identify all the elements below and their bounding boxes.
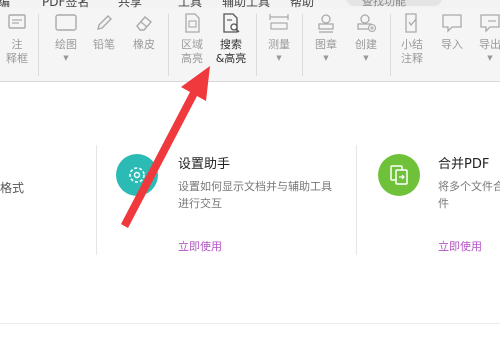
separator: [256, 14, 257, 76]
tool-label: 导出: [479, 38, 500, 51]
menu-item-tools[interactable]: 工具: [178, 0, 202, 8]
tool-label: 橡皮: [133, 38, 155, 51]
tool-label: 绘图: [55, 38, 77, 51]
menu-item-accessibility[interactable]: 辅助工具: [222, 0, 270, 8]
comment-box-tool[interactable]: 注 释框: [2, 12, 32, 78]
feature-cards-area: 格式 设置助手 设置如何显示文档并与辅助工具 进行交互 立即使用 合并PDF 将…: [0, 83, 500, 344]
dropdown-caret-icon: ▼: [323, 54, 329, 62]
tool-label: 创建: [355, 38, 377, 51]
card-desc-line1: 将多个文件合: [438, 180, 500, 193]
card-title: 设置助手: [178, 157, 231, 172]
tool-label: 注: [11, 38, 23, 51]
merge-pdf-icon: [378, 154, 420, 196]
area-highlight-tool[interactable]: 区域 高亮: [176, 12, 208, 78]
tool-label-2: 高亮: [181, 52, 203, 65]
pencil-icon: [97, 15, 112, 30]
ruler-icon: [269, 14, 289, 30]
import-comments-tool[interactable]: 导入: [436, 12, 468, 78]
search-highlight-icon: [223, 13, 240, 33]
menu-item-share[interactable]: 共享: [118, 0, 142, 8]
export-icon: [480, 14, 500, 33]
stamp-icon: [318, 14, 334, 33]
tool-label: 小结: [401, 38, 423, 51]
menu-item-help[interactable]: 帮助: [290, 0, 314, 8]
card-divider: [96, 145, 97, 255]
comment-icon: [8, 14, 26, 29]
tool-label: 铅笔: [93, 38, 115, 51]
card-title: 合并PDF: [438, 157, 490, 172]
separator: [302, 14, 303, 76]
dropdown-caret-icon: ▼: [363, 54, 369, 62]
tool-label: 测量: [268, 38, 290, 51]
search-highlight-tool[interactable]: 搜索 &高亮: [214, 12, 248, 78]
summarize-comments-tool[interactable]: 小结 注释: [396, 12, 428, 78]
eraser-icon: [136, 16, 152, 31]
tool-label: 区域: [181, 38, 203, 51]
stamp-tool[interactable]: 图章 ▼: [310, 12, 342, 78]
separator: [390, 14, 391, 76]
dropdown-caret-icon: ▼: [276, 54, 282, 62]
draw-rect-icon: [55, 14, 77, 31]
eraser-tool[interactable]: 橡皮: [128, 12, 160, 78]
tool-label: 图章: [315, 38, 337, 51]
card-desc-line1: 设置如何显示文档并与辅助工具: [178, 180, 332, 193]
summary-icon: [405, 13, 417, 33]
dropdown-caret-icon: ▼: [63, 54, 69, 62]
feature-search-input[interactable]: 查找功能: [346, 0, 442, 8]
measure-tool[interactable]: 测量 ▼: [264, 12, 294, 78]
tool-label-2: 释框: [6, 52, 28, 65]
menu-item-pdf-sign[interactable]: PDF签名: [42, 0, 89, 8]
previous-card-desc: 格式: [0, 181, 25, 195]
tool-label-2: 注释: [401, 52, 423, 65]
import-icon: [442, 14, 462, 33]
tool-label: 搜索: [220, 38, 242, 51]
create-stamp-icon: [357, 14, 377, 33]
card-divider: [356, 145, 357, 255]
menu-bar: 编 PDF签名 共享 工具 辅助工具 帮助 查找功能: [0, 0, 500, 8]
dropdown-caret-icon: ▼: [487, 54, 493, 62]
separator: [168, 14, 169, 76]
create-stamp-tool[interactable]: 创建 ▼: [350, 12, 382, 78]
tool-label-2: &高亮: [215, 52, 247, 65]
settings-assistant-icon: [116, 154, 158, 196]
menu-item-edit[interactable]: 编: [0, 0, 10, 8]
pencil-tool[interactable]: 铅笔: [88, 12, 120, 78]
search-placeholder: 查找功能: [362, 0, 406, 8]
use-now-link[interactable]: 立即使用: [438, 238, 482, 254]
area-highlight-icon: [185, 13, 200, 33]
section-divider: [0, 323, 500, 324]
separator: [38, 14, 39, 76]
use-now-link[interactable]: 立即使用: [178, 238, 222, 254]
draw-tool[interactable]: 绘图 ▼: [50, 12, 82, 78]
card-desc-line2: 进行交互: [178, 197, 222, 210]
export-comments-tool[interactable]: 导出 ▼: [474, 12, 500, 78]
tool-label: 导入: [441, 38, 463, 51]
comment-ribbon-toolbar: 注 释框 绘图 ▼ 铅笔 橡皮 区域 高亮 搜索 &高亮 测量 ▼ 图章 ▼ 创…: [0, 8, 500, 82]
card-desc-line2: 件: [438, 197, 449, 210]
